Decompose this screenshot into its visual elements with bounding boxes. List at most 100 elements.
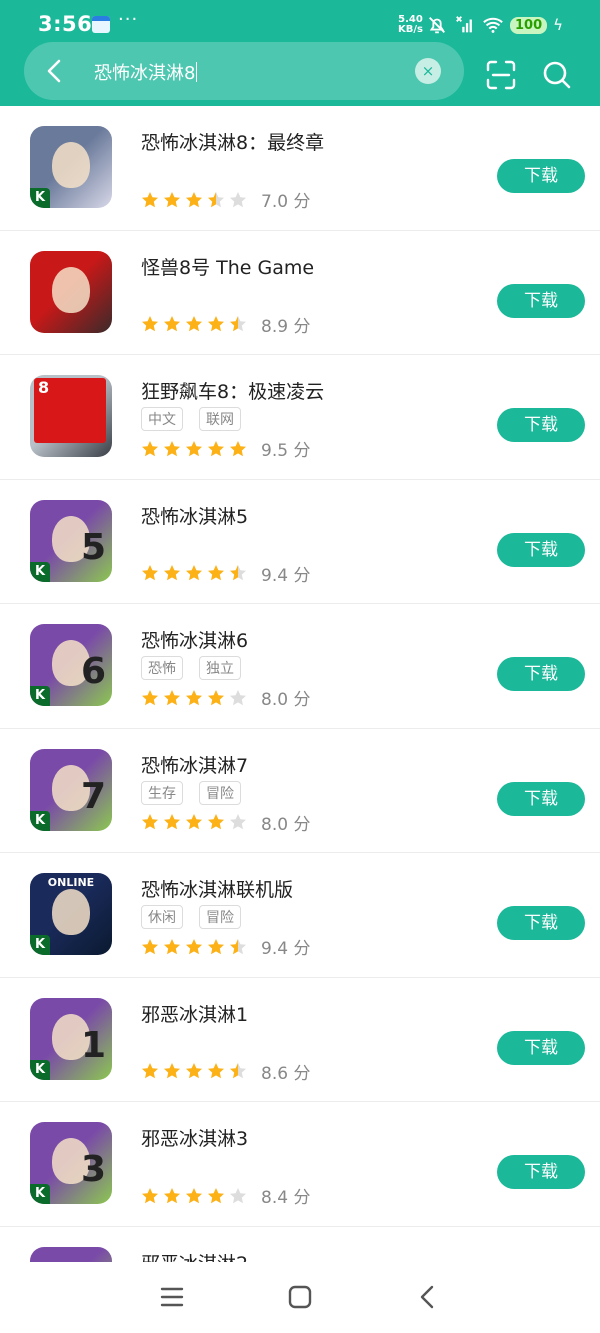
download-button[interactable]: 下载 — [497, 1155, 585, 1189]
star-icon — [142, 440, 158, 456]
mute-icon — [429, 17, 445, 34]
search-icon[interactable] — [540, 58, 574, 92]
app-title: 邪恶冰淇淋2 — [141, 1249, 248, 1263]
wifi-icon — [483, 17, 503, 33]
home-icon[interactable] — [285, 1282, 315, 1312]
ice-scream-6-icon[interactable]: 6K — [30, 624, 112, 706]
tag: 恐怖 — [141, 656, 183, 680]
download-button[interactable]: 下载 — [497, 283, 585, 318]
menu-icon[interactable] — [157, 1282, 187, 1312]
network-speed: 5.40 KB/s — [398, 15, 423, 35]
search-input[interactable]: 恐怖冰淇淋8 — [94, 59, 198, 85]
download-button[interactable]: 下载 — [497, 159, 585, 193]
star-icon — [142, 191, 158, 207]
star-icon — [230, 191, 246, 207]
status-bar: 3:56 ··· 5.40 KB/s 100 ϟ — [0, 0, 600, 40]
battery-icon: 100 — [510, 16, 548, 34]
download-button[interactable]: 下载 — [497, 657, 585, 691]
star-icon — [142, 316, 158, 332]
star-icon — [186, 814, 202, 830]
download-button[interactable]: 下载 — [497, 906, 585, 940]
k-badge-icon: K — [30, 935, 50, 955]
evil-ice-cream-2-icon[interactable]: 2K — [30, 1246, 112, 1262]
download-button[interactable]: 下载 — [497, 408, 585, 442]
ice-scream-5-icon[interactable]: 5K — [30, 499, 112, 582]
star-icon — [164, 565, 180, 581]
icon-number: 7 — [80, 775, 106, 817]
tag-list: 中文 联网 — [141, 407, 241, 431]
back-icon[interactable] — [413, 1282, 443, 1312]
signal-icon — [456, 16, 472, 33]
star-icon — [164, 814, 180, 830]
rating-score: 8.0 分 — [261, 814, 311, 835]
rating: 8.6 分 — [141, 1059, 310, 1084]
star-icon — [208, 1063, 224, 1079]
star-icon — [142, 814, 158, 830]
asphalt-8-icon[interactable]: 8 — [30, 375, 112, 457]
list-item[interactable]: 6 K 恐怖冰淇淋6 恐怖 独立 8.0 分下载 — [0, 604, 600, 729]
star-icon — [186, 1063, 202, 1079]
tag-list: 生存 冒险 — [141, 780, 241, 805]
rating-score: 9.4 分 — [261, 565, 311, 586]
tag: 生存 — [141, 780, 183, 805]
k-badge-icon: K — [30, 810, 50, 831]
list-item[interactable]: 3 K 邪恶冰淇淋3 8.4 分 下载 — [0, 1102, 600, 1227]
clear-search-button[interactable]: × — [415, 58, 441, 84]
download-button[interactable]: 下载 — [497, 532, 585, 567]
icon-character — [52, 142, 90, 188]
search-query: 恐怖冰淇淋8 — [94, 63, 196, 84]
kaiju-8-icon[interactable] — [30, 250, 112, 333]
icon-character — [52, 889, 90, 935]
app-title: 狂野飙车8：极速凌云 — [141, 381, 325, 403]
tag: 独立 — [199, 656, 241, 680]
app-title: 恐怖冰淇淋5 — [141, 505, 249, 528]
list-item[interactable]: 怪兽8号 The Game 8.9 分 下载 — [0, 231, 600, 355]
star-icon — [186, 938, 202, 954]
download-button[interactable]: 下载 — [497, 781, 585, 816]
star-icon — [208, 814, 224, 830]
rating: 9.4 分 — [141, 561, 310, 586]
star-icon — [208, 316, 224, 332]
list-item[interactable]: 7 K 恐怖冰淇淋7 生存 冒险 8.0 分下载 — [0, 729, 600, 853]
back-arrow-icon[interactable] — [40, 56, 70, 86]
star-icon — [208, 938, 224, 954]
app-title: 邪恶冰淇淋3 — [141, 1128, 249, 1150]
star-icon — [208, 689, 224, 705]
calendar-icon — [92, 16, 110, 33]
star-icon — [186, 1187, 202, 1203]
app-title: 恐怖冰淇淋6 — [141, 630, 249, 652]
scan-icon[interactable] — [484, 58, 518, 92]
k-badge-icon: K — [30, 686, 50, 706]
tag: 冒险 — [199, 905, 241, 929]
text-caret — [196, 62, 198, 82]
navigation-bar — [0, 1262, 600, 1333]
star-icon — [164, 1063, 180, 1079]
tag-list: 休闲 冒险 — [141, 905, 241, 929]
list-item[interactable]: ONLINE K 恐怖冰淇淋联机版 休闲 冒险 9.4 分 下载 — [0, 853, 600, 978]
status-icons: 100 ϟ — [426, 13, 563, 37]
k-badge-icon: K — [30, 188, 50, 208]
icon-number: 1 — [80, 1024, 106, 1066]
list-item[interactable]: 1 K 邪恶冰淇淋1 8.6 分下载 — [0, 978, 600, 1102]
k-badge-icon: K — [30, 1059, 50, 1080]
tag: 休闲 — [141, 905, 183, 929]
ice-scream-7-icon[interactable]: 7K — [30, 748, 112, 831]
ice-scream-online-icon[interactable]: ONLINE K — [30, 873, 112, 955]
ice-scream-8-icon[interactable]: K — [30, 126, 112, 208]
star-icon — [230, 938, 246, 954]
list-item[interactable]: 5 K 恐怖冰淇淋5 9.4 分 下载 — [0, 480, 600, 604]
search-results-list: K 恐怖冰淇淋8：最终章 7.0 分下载 怪兽8号 The Game 8.9 分下载 8 狂… — [0, 106, 600, 1262]
list-item[interactable]: 2K邪恶冰淇淋2下载 — [0, 1227, 600, 1263]
icon-number: 6 — [80, 651, 106, 692]
rating-score: 8.4 分 — [261, 1188, 311, 1208]
list-item[interactable]: 8 狂野飙车8：极速凌云 中文 联网 9.5 分 下载 — [0, 355, 600, 480]
evil-ice-cream-1-icon[interactable]: 1K — [30, 997, 112, 1080]
more-icon: ··· — [118, 9, 139, 30]
star-icon — [164, 938, 180, 954]
star-icon — [208, 191, 224, 207]
rating: 9.5 分 — [141, 436, 310, 461]
evil-ice-cream-3-icon[interactable]: 3K — [30, 1122, 112, 1204]
rating: 8.0 分 — [141, 810, 310, 835]
list-item[interactable]: K 恐怖冰淇淋8：最终章 7.0 分 下载 — [0, 106, 600, 231]
download-button[interactable]: 下载 — [497, 1030, 585, 1065]
